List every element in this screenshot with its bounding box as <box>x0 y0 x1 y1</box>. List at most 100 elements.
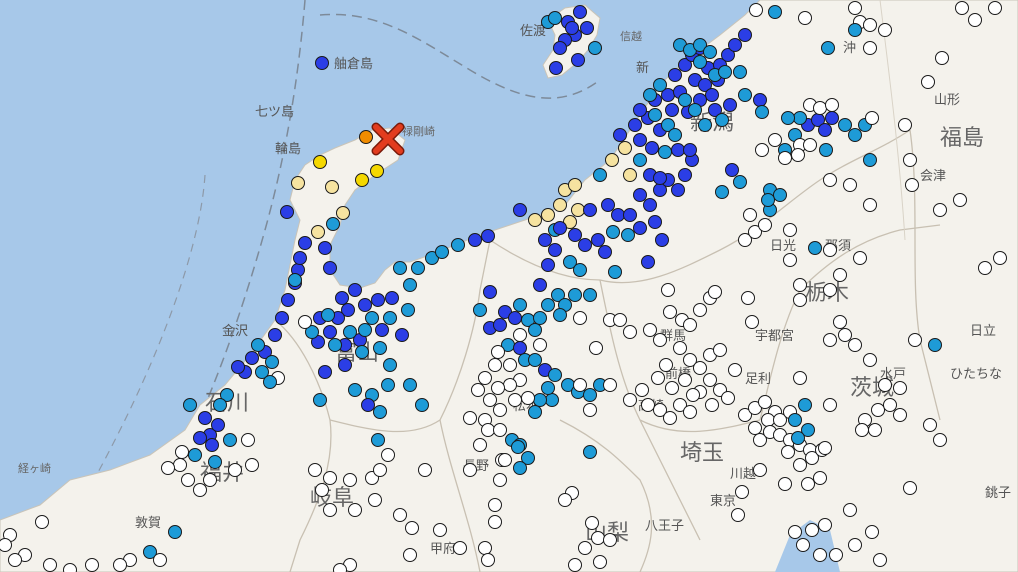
station-marker-scale-2 <box>808 241 822 255</box>
station-marker-scale-1 <box>893 381 907 395</box>
station-marker-scale-3 <box>633 103 647 117</box>
station-marker-scale-1 <box>603 378 617 392</box>
station-marker-scale-2 <box>383 358 397 372</box>
station-marker-scale-3 <box>549 61 563 75</box>
station-marker-scale-1 <box>583 403 597 417</box>
station-marker-scale-1 <box>823 398 837 412</box>
station-marker-scale-2 <box>251 338 265 352</box>
label-kanazawa: 金沢 <box>222 323 248 339</box>
station-marker-scale-1 <box>653 333 667 347</box>
label-hitachi: 日立 <box>970 324 996 339</box>
station-marker-scale-1 <box>813 548 827 562</box>
station-marker-scale-2 <box>658 145 672 159</box>
station-marker-scale-2 <box>848 23 862 37</box>
station-marker-scale-1 <box>298 315 312 329</box>
station-marker-scale-3 <box>573 5 587 19</box>
station-marker-scale-3 <box>298 236 312 250</box>
station-marker-scale-3 <box>231 360 245 374</box>
station-marker-scale-1 <box>8 553 22 567</box>
station-marker-scale-1 <box>203 473 217 487</box>
earthquake-intensity-map: 舳倉島 七ツ島 輪島 禄剛崎 佐渡 信越 新潟 新 福島 山形 石川 金沢 富山… <box>0 0 1018 572</box>
station-marker-scale-1 <box>481 553 495 567</box>
station-marker-scale-1 <box>659 358 673 372</box>
station-marker-scale-1 <box>838 328 852 342</box>
station-marker-scale-3 <box>818 123 832 137</box>
station-marker-scale-1 <box>933 433 947 447</box>
station-marker-scale-1 <box>663 411 677 425</box>
station-marker-scale-1 <box>0 538 12 552</box>
label-choshi: 銚子 <box>985 486 1011 501</box>
station-marker-scale-2 <box>321 308 335 322</box>
station-marker-scale-1 <box>488 358 502 372</box>
station-marker-scale-3 <box>613 128 627 142</box>
station-marker-scale-3 <box>825 111 839 125</box>
station-marker-scale-1 <box>613 313 627 327</box>
station-marker-scale-3 <box>571 53 585 67</box>
station-marker-scale-1 <box>853 251 867 265</box>
station-marker-scale-1 <box>673 341 687 355</box>
station-marker-scale-3 <box>375 323 389 337</box>
station-marker-scale-2 <box>798 398 812 412</box>
station-marker-scale-1 <box>793 293 807 307</box>
station-marker-scale-1 <box>921 75 935 89</box>
station-marker-scale-2 <box>738 88 752 102</box>
station-marker-scale-1 <box>568 558 582 572</box>
station-marker-scale-1 <box>481 423 495 437</box>
station-marker-scale-1 <box>955 1 969 15</box>
station-marker-scale-1 <box>573 378 587 392</box>
station-marker-scale-1 <box>749 3 763 17</box>
station-marker-scale-3 <box>553 221 567 235</box>
station-marker-scale-1 <box>488 515 502 529</box>
station-marker-scale-1 <box>245 458 259 472</box>
station-marker-scale-1 <box>923 418 937 432</box>
station-marker-scale-1 <box>778 477 792 491</box>
station-marker-scale-1 <box>705 398 719 412</box>
map-canvas: 舳倉島 七ツ島 輪島 禄剛崎 佐渡 信越 新潟 新 福島 山形 石川 金沢 富山… <box>0 0 1018 572</box>
station-marker-scale-1 <box>761 413 775 427</box>
station-marker-scale-1 <box>741 291 755 305</box>
station-marker-scale-3 <box>318 365 332 379</box>
station-marker-scale-2 <box>533 311 547 325</box>
station-marker-scale-2 <box>288 273 302 287</box>
station-marker-scale-2 <box>373 341 387 355</box>
station-marker-scale-1 <box>778 151 792 165</box>
station-marker-scale-1 <box>193 483 207 497</box>
station-marker-scale-3 <box>583 203 597 217</box>
station-marker-scale-1 <box>953 193 967 207</box>
station-marker-scale-2 <box>633 153 647 167</box>
station-marker-scale-1 <box>768 133 782 147</box>
station-marker-scale-1 <box>665 381 679 395</box>
station-marker-scale-3 <box>348 283 362 297</box>
station-marker-scale-3 <box>198 411 212 425</box>
station-marker-scale-3 <box>275 311 289 325</box>
station-marker-scale-3 <box>513 341 527 355</box>
station-marker-scale-1 <box>573 311 587 325</box>
station-marker-scale-1 <box>823 333 837 347</box>
station-marker-scale-1 <box>713 343 727 357</box>
label-fukushima: 福島 <box>940 126 984 151</box>
station-marker-scale-1 <box>825 98 839 112</box>
station-marker-scale-2 <box>773 188 787 202</box>
station-marker-scale-2 <box>545 393 559 407</box>
station-marker-scale-3 <box>601 198 615 212</box>
station-marker-scale-2 <box>593 168 607 182</box>
station-marker-scale-3 <box>338 358 352 372</box>
station-marker-scale-1 <box>735 485 749 499</box>
station-marker-scale-4 <box>291 176 305 190</box>
station-marker-scale-1 <box>641 398 655 412</box>
station-marker-scale-1 <box>803 138 817 152</box>
station-marker-scale-2 <box>401 303 415 317</box>
station-marker-scale-1 <box>513 328 527 342</box>
station-marker-scale-1 <box>755 143 769 157</box>
station-marker-scale-2 <box>643 88 657 102</box>
station-marker-scale-2 <box>583 445 597 459</box>
station-marker-scale-1 <box>533 338 547 352</box>
station-marker-scale-1 <box>748 421 762 435</box>
station-marker-scale-1 <box>878 23 892 37</box>
station-marker-scale-1 <box>623 393 637 407</box>
station-marker-scale-1 <box>478 541 492 555</box>
station-marker-scale-1 <box>758 395 772 409</box>
station-marker-scale-3 <box>633 133 647 147</box>
station-marker-scale-3 <box>315 56 329 70</box>
station-marker-scale-4 <box>336 206 350 220</box>
